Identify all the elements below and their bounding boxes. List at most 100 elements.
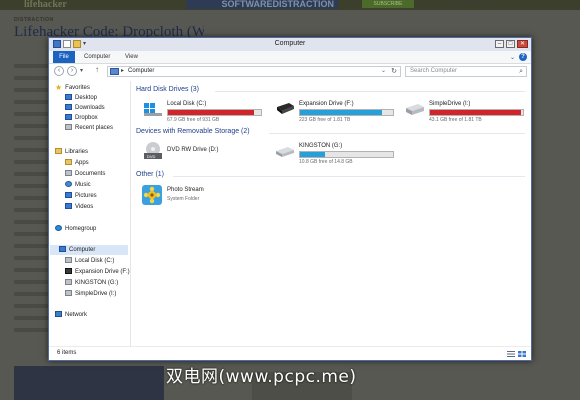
tab-file[interactable]: File — [53, 51, 75, 63]
text-line — [14, 76, 48, 80]
text-line — [14, 124, 48, 128]
up-arrow-icon[interactable]: ↑ — [95, 65, 99, 74]
hard-drive-icon — [65, 290, 72, 296]
desktop-icon — [65, 94, 72, 100]
forward-button[interactable]: › — [67, 66, 77, 76]
refresh-icon[interactable]: ↻ — [391, 67, 397, 76]
pictures-icon — [65, 192, 72, 198]
drive-dvd-rw-d[interactable]: DVD DVD RW Drive (D:) — [133, 142, 263, 171]
watermark-text: 双电网(www.pcpc.me) — [166, 367, 357, 387]
banner-text: SOFTWAREDISTRACTION — [221, 0, 335, 9]
content-pane[interactable]: Hard Disk Drives (3) Local Disk (C:) 67.… — [133, 81, 529, 346]
embedded-screenshot — [14, 366, 164, 400]
article-category[interactable]: DISTRACTION — [14, 17, 54, 23]
drive-free-space: 43.1 GB free of 1.81 TB — [429, 117, 482, 123]
drive-name: Local Disk (C:) — [167, 101, 207, 107]
text-line — [14, 160, 48, 164]
group-header-other[interactable]: Other (1) — [136, 171, 164, 178]
homegroup-icon — [55, 225, 62, 231]
recent-locations-icon[interactable]: ▾ — [80, 67, 83, 74]
nav-item-downloads[interactable]: Downloads — [65, 103, 105, 113]
nav-item-dropbox[interactable]: Dropbox — [65, 113, 98, 123]
photo-stream-icon — [142, 185, 162, 205]
group-header-hard-disks[interactable]: Hard Disk Drives (3) — [136, 86, 199, 93]
drive-usage-fill — [168, 110, 255, 115]
usb-drive-icon — [65, 279, 72, 285]
text-line — [14, 100, 48, 104]
usb-drive-icon — [276, 147, 294, 157]
nav-item-videos[interactable]: Videos — [65, 202, 93, 212]
nav-homegroup[interactable]: Homegroup — [55, 224, 96, 234]
nav-item-expansion-drive-f[interactable]: Expansion Drive (F:) — [65, 267, 130, 277]
drive-name: SimpleDrive (I:) — [429, 101, 471, 107]
nav-item-apps[interactable]: Apps — [65, 158, 89, 168]
search-icon[interactable]: ⌕ — [519, 67, 523, 76]
nav-item-kingston-g[interactable]: KINGSTON (G:) — [65, 278, 118, 288]
text-line — [14, 184, 48, 188]
address-bar[interactable]: ▸ Computer ⌄ ↻ — [107, 66, 401, 77]
text-line — [14, 196, 48, 200]
drive-usage-bar — [299, 109, 394, 116]
nav-item-music[interactable]: Music — [65, 180, 91, 190]
page-date: TUESDAY, APR 9, 2013 — [446, 1, 500, 7]
close-button[interactable]: ✕ — [517, 40, 528, 48]
site-logo[interactable]: lifehacker — [24, 0, 67, 10]
dropbox-icon — [65, 114, 72, 120]
minimize-button[interactable]: – — [495, 40, 504, 48]
text-line — [14, 136, 48, 140]
explorer-window[interactable]: ▾ Computer – □ ✕ File Computer View ⌄ ? … — [48, 37, 532, 361]
navigation-pane[interactable]: ★ Favorites Desktop Downloads Dropbox Rec… — [49, 81, 131, 346]
nav-favorites[interactable]: ★ Favorites — [55, 83, 90, 93]
status-bar: 6 items — [49, 346, 531, 361]
nav-item-local-disk-c[interactable]: Local Disk (C:) — [65, 256, 114, 266]
drive-free-space: 223 GB free of 1.81 TB — [299, 117, 351, 123]
text-line — [14, 304, 48, 308]
drive-simpledrive-i[interactable]: SimpleDrive (I:) 43.1 GB free of 1.81 TB — [395, 101, 525, 129]
tab-computer[interactable]: Computer — [84, 52, 110, 63]
nav-item-simpledrive-i[interactable]: SimpleDrive (I:) — [65, 289, 116, 299]
group-header-removable[interactable]: Devices with Removable Storage (2) — [136, 128, 250, 135]
tab-view[interactable]: View — [125, 52, 138, 63]
drive-kingston-g[interactable]: KINGSTON (G:) 10.8 GB free of 14.8 GB — [265, 143, 395, 171]
address-dropdown-icon[interactable]: ⌄ — [381, 67, 386, 76]
details-view-icon[interactable] — [507, 351, 515, 357]
breadcrumb-chevron-icon[interactable]: ▸ — [121, 67, 124, 76]
breadcrumb[interactable]: Computer — [128, 67, 154, 76]
item-photo-stream[interactable]: Photo Stream System Folder — [133, 185, 263, 207]
text-line — [14, 316, 48, 320]
nav-computer[interactable]: Computer — [50, 245, 128, 255]
subscribe-button[interactable]: SUBSCRIBE — [362, 0, 414, 8]
search-input[interactable]: Search Computer ⌕ — [405, 66, 527, 77]
computer-icon — [59, 246, 66, 252]
text-line — [14, 280, 48, 284]
drive-name: DVD RW Drive (D:) — [167, 147, 219, 153]
nav-item-desktop[interactable]: Desktop — [65, 93, 97, 103]
ribbon-controls: ⌄ ? — [510, 53, 527, 61]
expand-ribbon-icon[interactable]: ⌄ — [510, 54, 515, 61]
text-line — [14, 208, 48, 212]
nav-network[interactable]: Network — [55, 310, 87, 320]
external-drive-icon — [277, 103, 294, 114]
back-button[interactable]: ‹ — [54, 66, 64, 76]
help-icon[interactable]: ? — [519, 53, 527, 61]
drive-name: Expansion Drive (F:) — [299, 101, 354, 107]
nav-libraries[interactable]: Libraries — [55, 147, 88, 157]
nav-item-documents[interactable]: Documents — [65, 169, 105, 179]
drive-expansion-f[interactable]: Expansion Drive (F:) 223 GB free of 1.81… — [265, 101, 395, 129]
drive-local-disk-c[interactable]: Local Disk (C:) 67.9 GB free of 931 GB — [133, 101, 263, 129]
large-icons-view-icon[interactable] — [518, 351, 526, 357]
drive-usage-fill — [300, 152, 326, 157]
window-title: Computer — [274, 40, 306, 47]
group-divider — [173, 176, 525, 177]
drive-usage-bar — [299, 151, 394, 158]
maximize-button[interactable]: □ — [506, 40, 515, 48]
computer-icon — [110, 68, 119, 75]
title-bar[interactable]: ▾ Computer – □ ✕ — [49, 38, 531, 51]
nav-item-recent-places[interactable]: Recent places — [65, 123, 113, 133]
text-line — [14, 292, 48, 296]
site-banner[interactable]: SOFTWAREDISTRACTION — [186, 0, 338, 9]
drive-usage-fill — [300, 110, 382, 115]
text-line — [14, 244, 48, 248]
drive-usage-bar — [429, 109, 524, 116]
nav-item-pictures[interactable]: Pictures — [65, 191, 97, 201]
